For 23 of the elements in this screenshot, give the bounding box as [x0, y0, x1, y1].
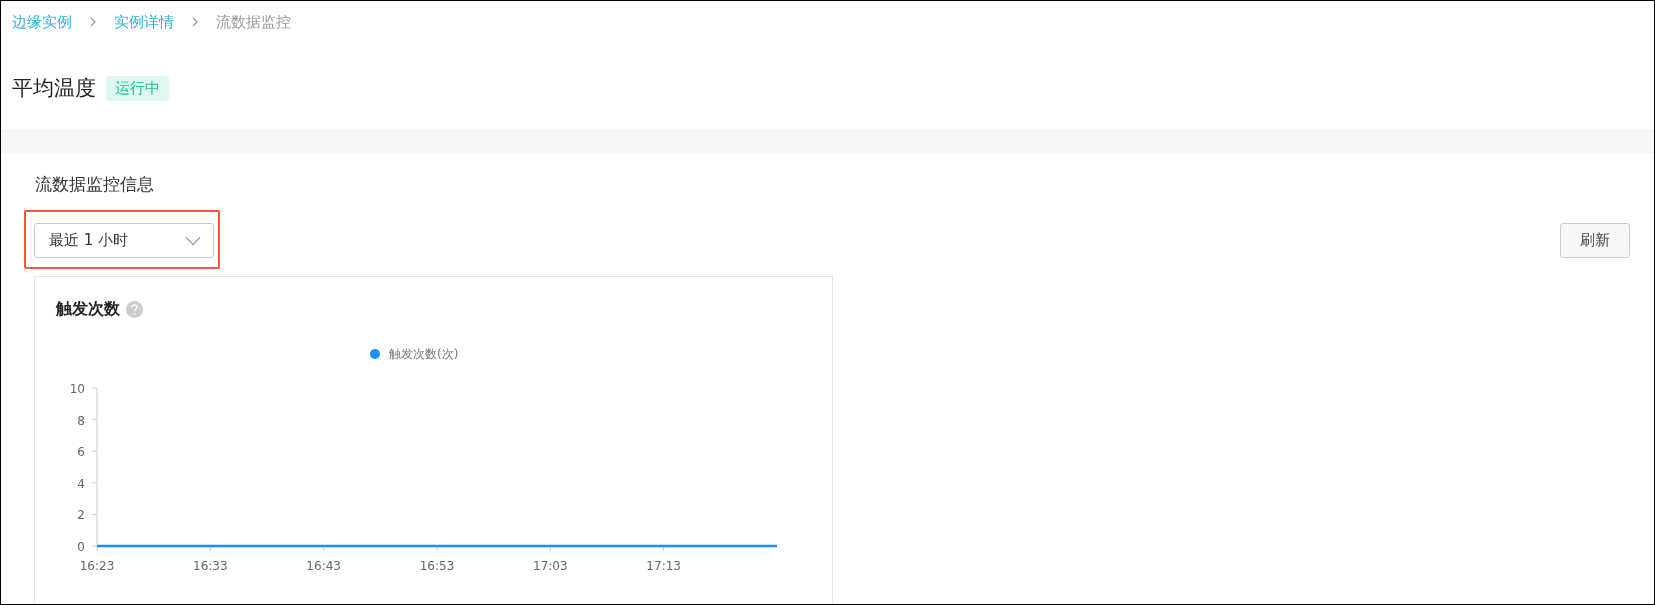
y-tick-label: 6	[77, 445, 85, 460]
x-tick-label: 17:13	[646, 559, 681, 572]
x-tick-label: 16:43	[306, 559, 341, 572]
refresh-button[interactable]: 刷新	[1560, 223, 1630, 258]
chevron-right-icon	[89, 17, 97, 27]
time-range-select[interactable]: 最近 1 小时	[34, 223, 214, 258]
x-tick-label: 16:33	[193, 559, 228, 572]
chevron-right-icon	[191, 17, 199, 27]
y-tick-label: 8	[77, 413, 85, 428]
status-badge: 运行中	[106, 75, 169, 101]
breadcrumb-current: 流数据监控	[216, 12, 291, 32]
x-tick-label: 16:23	[79, 559, 115, 572]
chevron-down-icon	[185, 235, 201, 246]
x-tick-label: 16:53	[419, 559, 455, 572]
legend-label: 触发次数(次)	[389, 347, 459, 361]
x-tick-label: 17:03	[533, 559, 568, 572]
y-tick-label: 0	[77, 540, 85, 554]
section-title: 流数据监控信息	[34, 173, 155, 196]
page-title: 平均温度	[12, 75, 96, 102]
y-tick-label: 4	[77, 476, 85, 491]
y-tick-label: 2	[77, 508, 85, 523]
chart-title: 触发次数	[56, 299, 120, 320]
y-tick-label: 10	[69, 382, 85, 396]
